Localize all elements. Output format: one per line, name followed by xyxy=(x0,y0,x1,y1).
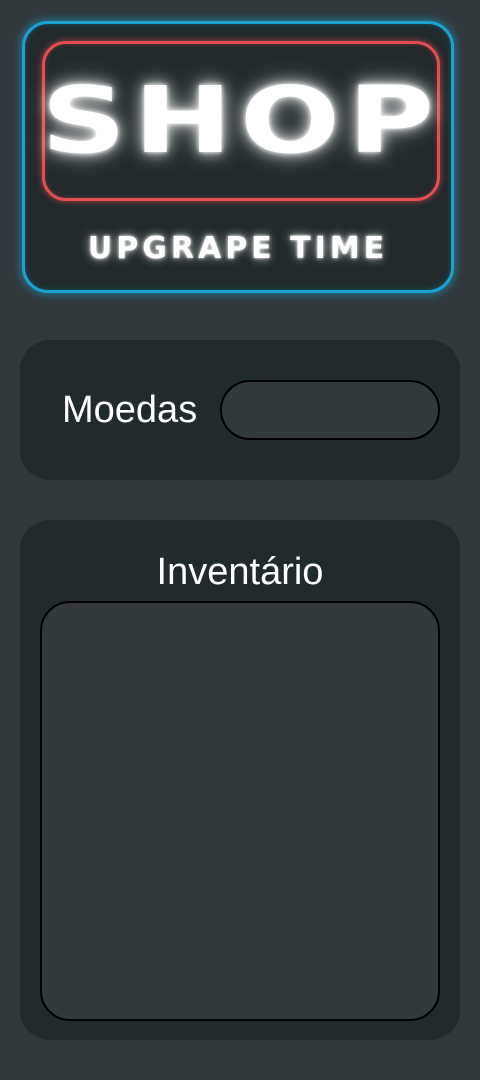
coins-panel: Moedas xyxy=(20,340,460,480)
inventory-title: Inventário xyxy=(156,551,324,593)
inventory-list[interactable] xyxy=(40,601,440,1021)
coins-value-field xyxy=(220,380,440,440)
shop-header-panel: SHOP UPGRAPE TIME xyxy=(22,21,454,293)
coins-label: Moedas xyxy=(62,389,198,431)
shop-title: SHOP xyxy=(40,67,442,174)
shop-screen: SHOP UPGRAPE TIME Moedas Inventário xyxy=(0,0,480,1080)
shop-logo-frame: SHOP xyxy=(40,41,442,201)
inventory-panel: Inventário xyxy=(20,520,460,1040)
shop-subtitle: UPGRAPE TIME xyxy=(87,231,389,266)
